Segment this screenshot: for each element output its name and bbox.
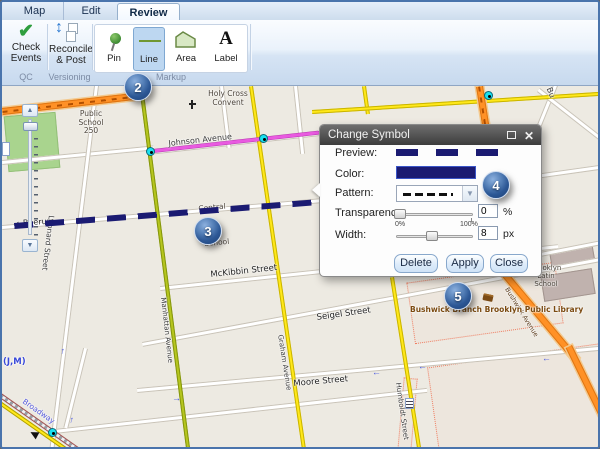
width-label: Width: [335,229,366,241]
callout-badge-3: 3 [194,217,222,245]
pattern-sample [403,193,453,196]
road-varet-street [54,388,427,434]
callout-badge-5: 5 [444,282,472,310]
group-label-markup: Markup [94,72,248,82]
check-events-label: Check Events [6,42,46,64]
one-way-arrow-icon: ← [372,368,381,377]
width-input[interactable] [478,226,498,240]
pin-label: Pin [99,53,129,64]
callout-badge-2: 2 [124,73,152,101]
check-icon: ✔ [6,22,46,42]
callout-badge-4: 4 [482,171,510,199]
dialog-title: Change Symbol [328,129,410,141]
one-way-arrow-icon: → [172,394,182,404]
vertex-dot[interactable] [146,147,155,156]
vertex-dot[interactable] [48,428,57,437]
transparency-max-label: 100% [460,221,478,228]
tab-edit[interactable]: Edit [65,2,117,20]
zoom-slider-handle[interactable] [23,122,38,131]
one-way-arrow-icon: ← [542,354,551,363]
vertex-dot[interactable] [259,134,268,143]
application-window: Map Edit Review ✔ Check Events ↕ Reconci… [0,0,600,449]
transparency-slider-track[interactable] [396,213,473,216]
zoom-in-button[interactable]: ▲ [22,104,38,117]
church-cross-icon [191,100,193,109]
road-side-street [293,86,305,154]
group-label-versioning: Versioning [47,72,92,82]
color-swatch[interactable] [396,166,476,179]
map-zoom-slider: ▲ ▼ [22,104,40,254]
transit-icon [2,142,10,156]
subway-station-label: (J,M) [3,357,26,367]
church-cross-icon [189,103,196,105]
tab-map[interactable]: Map [6,2,64,20]
line-icon [134,28,164,54]
pin-tool-button[interactable]: Pin [99,27,129,71]
zoom-out-button[interactable]: ▼ [22,239,38,252]
pin-icon [99,27,129,53]
check-events-button[interactable]: ✔ Check Events [6,22,46,72]
symbol-preview-dash [436,149,458,156]
restore-icon[interactable] [507,131,516,139]
reconcile-icon: ↕ [49,22,93,44]
transparency-input[interactable] [478,204,498,218]
preview-label: Preview: [335,147,377,159]
dialog-pointer [312,183,320,197]
transparency-unit: % [503,206,512,218]
area-icon [169,27,203,53]
change-symbol-dialog: Change Symbol ✕ Preview: Color: Pattern:… [319,124,542,277]
one-way-arrow-icon: ← [58,346,69,357]
dialog-title-bar[interactable]: Change Symbol ✕ [320,125,541,145]
ribbon: ✔ Check Events ↕ Reconcile & Post Pin Li… [2,20,598,86]
transit-icon [405,398,414,409]
close-button[interactable]: Close [490,254,528,273]
apply-button[interactable]: Apply [446,254,484,273]
area-tool-button[interactable]: Area [169,27,203,71]
tab-review[interactable]: Review [117,3,180,21]
group-separator [250,24,251,70]
map-canvas[interactable]: Broadway Public School 250 Holy Cross Co… [2,86,598,447]
symbol-preview-dash [396,149,418,156]
one-way-arrow-icon: ← [67,415,78,426]
zoom-slider-ticks [34,138,38,238]
label-label: Label [207,53,245,64]
line-label: Line [134,54,164,65]
pattern-label: Pattern: [335,187,374,199]
reconcile-post-label: Reconcile & Post [49,44,93,66]
close-icon[interactable]: ✕ [524,126,534,146]
color-label: Color: [335,168,364,180]
poi-label-public-school: Public School 250 [72,110,110,136]
label-tool-button[interactable]: A Label [207,27,245,71]
chevron-down-icon[interactable]: ▼ [462,186,477,201]
vertex-dot[interactable] [484,91,493,100]
group-label-qc: QC [6,72,46,82]
ribbon-tab-strip: Map Edit Review [2,2,598,20]
line-tool-button[interactable]: Line [133,27,165,71]
reconcile-post-button[interactable]: ↕ Reconcile & Post [49,22,93,72]
poi-label-holy-cross: Holy Cross Convent [202,90,254,107]
width-slider-handle[interactable] [426,231,438,241]
transparency-min-label: 0% [395,221,405,228]
poi-label-library: Bushwick Branch Brooklyn Public Library [410,305,583,314]
transparency-slider-handle[interactable] [394,209,406,219]
zoom-slider-track[interactable] [28,119,32,235]
markup-tool-panel: Pin Line Area A Label [94,24,248,73]
group-separator [47,24,48,70]
road-side-street [535,164,598,179]
area-label: Area [169,53,203,64]
width-unit: px [503,228,514,240]
one-way-arrow-icon: ← [418,362,427,371]
symbol-preview-dash [476,149,498,156]
pattern-dropdown[interactable]: ▼ [396,185,478,202]
delete-button[interactable]: Delete [394,254,438,273]
group-separator [92,24,93,70]
label-icon: A [207,27,245,53]
